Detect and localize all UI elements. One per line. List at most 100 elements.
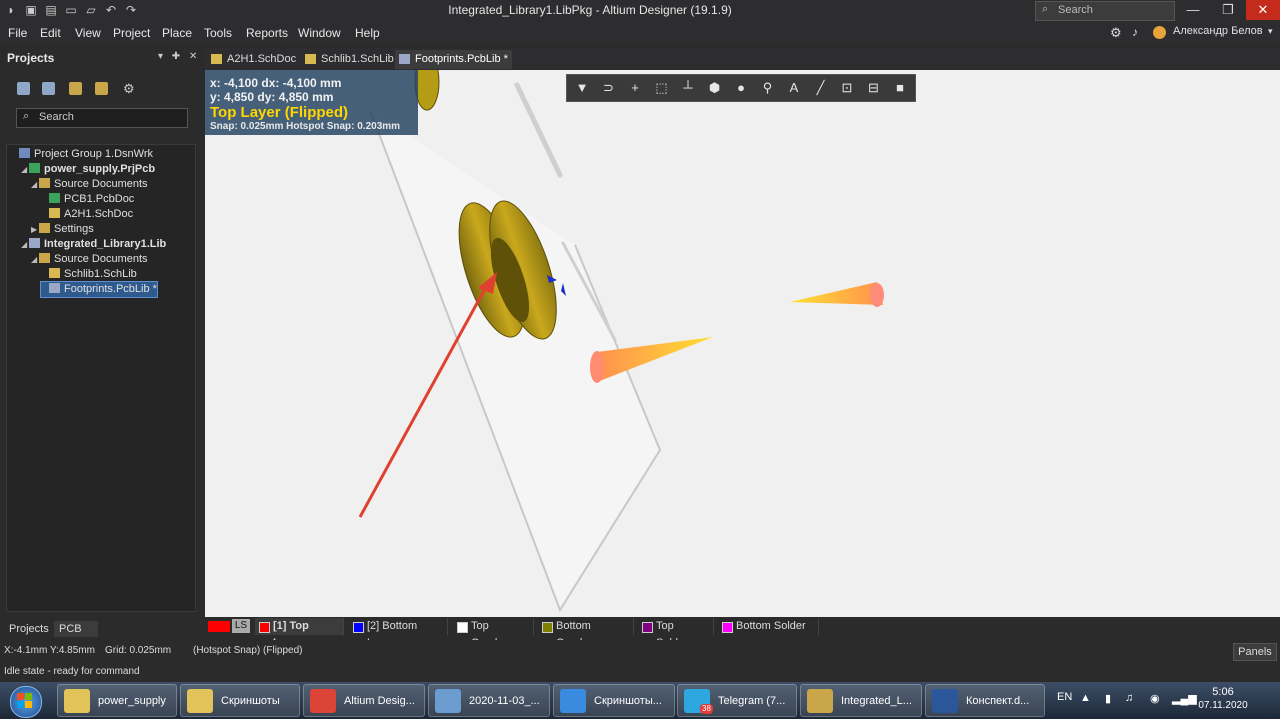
tab-pcb-library[interactable]: PCB Library [54,621,98,651]
doc-tab[interactable]: Schlib1.SchLib [301,50,398,69]
doc-tab[interactable]: A2H1.SchDoc [207,50,300,69]
tree-item-label: power_supply.PrjPcb [44,163,156,175]
taskbar-item[interactable]: Telegram (7... 38 [677,684,797,717]
tree-item[interactable]: ▶ Settings [31,222,94,237]
compile-icon[interactable] [42,82,55,95]
menu-project[interactable]: Project [113,26,150,40]
select-rect-icon[interactable]: ⬚ [653,79,671,97]
layer-set-button[interactable]: LS [232,619,250,633]
project-search-input[interactable]: ⌕ Search [16,108,188,128]
gear-icon[interactable]: ⚙ [123,81,135,97]
hud-layer: Top Layer (Flipped) [210,104,349,121]
taskbar-item-label: Telegram (7... [718,695,786,707]
menu-place[interactable]: Place [162,26,192,40]
route-icon[interactable]: ⊃ [600,79,618,97]
fill-icon[interactable]: ■ [891,79,909,97]
tree-item-label: Settings [54,223,94,235]
language-indicator[interactable]: EN [1057,691,1072,703]
taskbar-item[interactable]: 2020-11-03_... [428,684,550,717]
hud-snap: Snap: 0.025mm Hotspot Snap: 0.203mm [210,121,401,132]
pad-icon[interactable]: ● [732,79,750,97]
tree-item[interactable]: A2H1.SchDoc [41,207,133,222]
layer-icon[interactable]: ⬢ [706,79,724,97]
taskbar-item[interactable]: Скриншоты [180,684,300,717]
start-button[interactable] [2,684,52,718]
via-icon[interactable]: ⚲ [759,79,777,97]
taskbar-item[interactable]: Конспект.d... [925,684,1045,717]
align-icon[interactable]: ┴ [679,79,697,97]
tree-expander-icon[interactable]: ◢ [21,237,29,252]
line-icon[interactable]: ╱ [812,79,830,97]
device-icon[interactable]: ▮ [1105,692,1111,705]
tree-expander-icon[interactable]: ◢ [31,252,39,267]
tab-projects[interactable]: Projects [4,621,54,637]
region-icon[interactable]: ⊟ [865,79,883,97]
avatar[interactable] [1153,26,1166,39]
doc-tab[interactable]: Footprints.PcbLib * [395,50,512,69]
pcb-3d-canvas[interactable] [205,70,1280,617]
tree-expander-icon[interactable]: ◢ [21,162,29,177]
close-button[interactable]: ✕ [1246,0,1280,20]
clock[interactable]: 5:06 07.11.2020 [1188,686,1258,711]
menu-view[interactable]: View [75,26,101,40]
layer-tab[interactable]: [1] Top Layer [255,618,344,649]
title-bar: ◗ ▣ ▤ ▭ ▱ ↶ ↷ Integrated_Library1.LibPkg… [0,0,1280,22]
tree-item[interactable]: ◢ Integrated_Library1.Lib [21,237,166,252]
taskbar-item[interactable]: power_supply [57,684,177,717]
menu-window[interactable]: Window [298,26,341,40]
filter-icon[interactable]: ▼ [573,79,591,97]
tree-item[interactable]: Footprints.PcbLib * [40,281,158,298]
current-layer-swatch[interactable] [208,621,230,632]
tree-item-label: Schlib1.SchLib [64,268,137,280]
tree-item[interactable]: ◢ Source Documents [31,252,148,267]
layer-color-swatch [259,622,270,633]
open-folder-icon[interactable] [69,82,82,95]
user-name[interactable]: Александр Белов [1173,25,1263,37]
tree-item[interactable]: Project Group 1.DsnWrk [11,147,153,162]
tree-item[interactable]: PCB1.PcbDoc [41,192,134,207]
place-rect-icon[interactable]: ⊡ [838,79,856,97]
chevron-down-icon[interactable]: ▾ [1268,26,1273,37]
annotation-arrow-line [358,284,489,518]
project-tree: Project Group 1.DsnWrk ◢ power_supply.PrjP… [6,144,196,612]
layer-color-swatch [642,622,653,633]
layer-tab[interactable]: Top Solder [638,618,714,649]
pcb-icon [49,193,60,203]
tray-expand-icon[interactable]: ▲ [1080,692,1091,704]
taskbar-item[interactable]: Altium Desig... [303,684,425,717]
tree-expander-icon[interactable]: ◢ [31,177,39,192]
save-project-icon[interactable] [17,82,30,95]
layer-tab[interactable]: [2] Bottom Layer [349,618,448,649]
media-icon[interactable]: ◉ [1150,692,1160,705]
maximize-button[interactable]: ❐ [1211,0,1245,20]
taskbar-item[interactable]: Integrated_L... [800,684,922,717]
menu-help[interactable]: Help [355,26,380,40]
layer-tab[interactable]: Bottom Overlay [538,618,634,649]
tree-item[interactable]: ◢ power_supply.PrjPcb [21,162,155,177]
cross-icon[interactable]: + [626,79,644,97]
tree-expander-icon[interactable]: ▶ [31,222,39,237]
tree-item[interactable]: Schlib1.SchLib [41,267,137,282]
layer-tab[interactable]: Top Overlay [453,618,534,649]
global-search-input[interactable]: ⌕ Search [1035,1,1175,21]
layer-tab[interactable]: Bottom Solder [718,618,819,635]
text-icon[interactable]: A [785,79,803,97]
panels-button[interactable]: Panels [1233,643,1277,661]
menu-file[interactable]: File [8,26,27,40]
pad-partial [414,70,440,111]
minimize-button[interactable]: — [1176,0,1210,20]
app-icon [560,689,586,713]
volume-icon[interactable]: ♫ [1125,692,1133,704]
tree-item[interactable]: ◢ Source Documents [31,177,148,192]
gear-icon[interactable]: ⚙ [1110,25,1122,41]
panel-controls[interactable]: ▾ ✚ ✕ [158,51,200,62]
menu-edit[interactable]: Edit [40,26,61,40]
taskbar-item[interactable]: Скриншоты... [553,684,675,717]
layer-color-swatch [457,622,468,633]
bell-icon[interactable]: ♪ [1132,25,1138,39]
folder-settings-icon[interactable] [95,82,108,95]
menu-tools[interactable]: Tools [204,26,232,40]
status-bar: X:-4.1mm Y:4.85mm Grid: 0.025mm (Hotspot… [0,640,1280,662]
search-icon: ⌕ [1042,3,1049,15]
menu-reports[interactable]: Reports [246,26,288,40]
